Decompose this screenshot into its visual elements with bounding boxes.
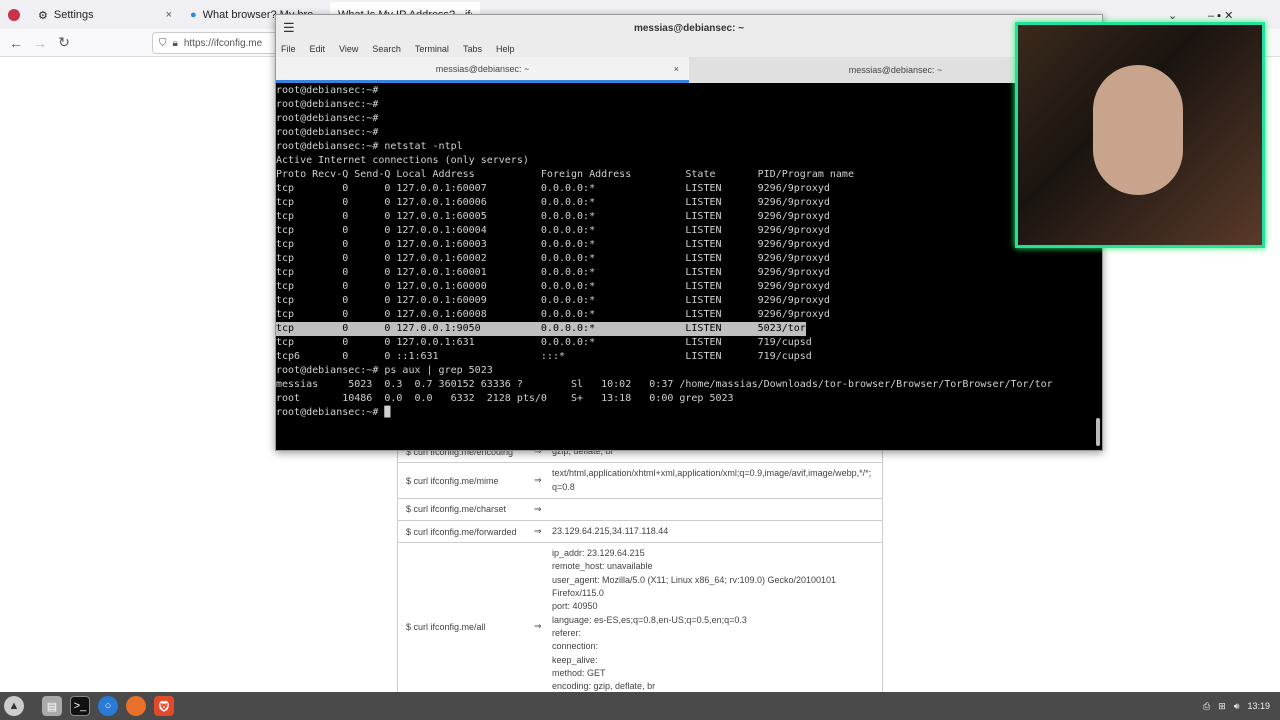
ifconfig-command-table: $ curl ifconfig.me/encoding ⇒ gzip, deflat… (397, 440, 883, 712)
back-icon[interactable]: ← (4, 35, 28, 51)
terminal-line: tcp 0 0 127.0.0.1:60008 0.0.0.0:* LISTEN… (276, 309, 830, 320)
value-line (552, 503, 882, 516)
terminal-line: tcp 0 0 127.0.0.1:9050 0.0.0.0:* LISTEN … (276, 322, 806, 336)
terminal-icon[interactable]: >_ (70, 696, 90, 716)
app-menu-icon[interactable]: ▲ (4, 696, 24, 716)
brave-icon[interactable]: 🦁︎ (154, 696, 174, 716)
terminal-window: ☰ messias@debiansec: ~ File Edit View Se… (275, 14, 1103, 451)
terminal-line: Active Internet connections (only server… (276, 155, 529, 166)
menu-edit[interactable]: Edit (310, 44, 326, 54)
menu-search[interactable]: Search (372, 44, 401, 54)
clock[interactable]: 13:19 (1247, 701, 1270, 711)
chromium-icon[interactable]: ○ (98, 696, 118, 716)
table-row: $ curl ifconfig.me/all ⇒ ip_addr: 23.129.6… (398, 543, 882, 712)
shield-icon: ⛉ (159, 37, 167, 49)
webcam-person (1093, 65, 1183, 195)
value-cell: 23.129.64.215,34.117.118.44 (552, 521, 882, 542)
value-line: language: es-ES,es;q=0.8,en-US;q=0.5,en;… (552, 614, 747, 625)
value-cell: ip_addr: 23.129.64.215 remote_host: unava… (552, 543, 882, 711)
system-tray: ⎙ ⊞ 🔊︎ 13:19 (1203, 692, 1270, 720)
value-line: remote_host: unavailable (552, 561, 653, 572)
firefox-icon[interactable] (126, 696, 146, 716)
terminal-line: tcp 0 0 127.0.0.1:60000 0.0.0.0:* LISTEN… (276, 281, 830, 292)
gear-icon: ⚙ (38, 9, 48, 22)
terminal-line: tcp 0 0 127.0.0.1:631 0.0.0.0:* LISTEN 7… (276, 337, 812, 348)
terminal-line: root@debiansec:~# █ (276, 407, 391, 418)
terminal-line: root 10486 0.0 0.0 6332 2128 pts/0 S+ 13… (276, 393, 734, 404)
menu-tabs[interactable]: Tabs (463, 44, 482, 54)
value-line: 23.129.64.215,34.117.118.44 (552, 525, 669, 536)
terminal-line: root@debiansec:~# netstat -ntpl (276, 141, 463, 152)
value-line: method: GET (552, 667, 606, 678)
arrow-icon: ⇒ (534, 526, 542, 537)
arrow-icon: ⇒ (534, 503, 542, 514)
network-icon[interactable]: ⊞ (1218, 701, 1226, 712)
terminal-line: tcp 0 0 127.0.0.1:60006 0.0.0.0:* LISTEN… (276, 197, 830, 208)
menu-terminal[interactable]: Terminal (415, 44, 449, 54)
reload-icon[interactable]: ↻ (52, 34, 76, 51)
menu-view[interactable]: View (339, 44, 358, 54)
terminal-titlebar[interactable]: ☰ messias@debiansec: ~ (276, 15, 1102, 41)
terminal-line: tcp 0 0 127.0.0.1:60005 0.0.0.0:* LISTEN… (276, 211, 830, 222)
value-line: port: 40950 (552, 601, 598, 612)
printer-icon[interactable]: ⎙ (1203, 701, 1210, 712)
value-line: keep_alive: (552, 654, 598, 665)
value-cell (552, 499, 882, 520)
terminal-tabs: messias@debiansec: ~ × messias@debiansec:… (276, 57, 1102, 83)
value-line: q=0.8 (552, 481, 575, 492)
terminal-line: tcp 0 0 127.0.0.1:60002 0.0.0.0:* LISTEN… (276, 253, 830, 264)
value-line: referer: (552, 627, 582, 638)
close-tab-icon[interactable]: × (674, 64, 679, 74)
value-line: ip_addr: 23.129.64.215 (552, 548, 645, 559)
command-cell: $ curl ifconfig.me/forwarded (406, 526, 517, 537)
webcam-overlay (1015, 22, 1265, 248)
value-line: text/html,application/xhtml+xml,applicat… (552, 468, 872, 479)
terminal-line: tcp 0 0 127.0.0.1:60001 0.0.0.0:* LISTEN… (276, 267, 830, 278)
terminal-scrollbar[interactable] (1096, 418, 1100, 446)
terminal-line: tcp6 0 0 ::1:631 :::* LISTEN 719/cupsd (276, 351, 812, 362)
command-cell: $ curl ifconfig.me/mime (406, 475, 499, 486)
terminal-line: tcp 0 0 127.0.0.1:60003 0.0.0.0:* LISTEN… (276, 239, 830, 250)
volume-icon[interactable]: 🔊︎ (1234, 701, 1240, 712)
value-line: connection: (552, 641, 599, 652)
tab-settings[interactable]: ⚙ Settings × (30, 2, 180, 28)
terminal-line: tcp 0 0 127.0.0.1:60007 0.0.0.0:* LISTEN… (276, 183, 830, 194)
terminal-output[interactable]: root@debiansec:~# root@debiansec:~# root@d… (276, 83, 1102, 450)
terminal-tab-1[interactable]: messias@debiansec: ~ × (276, 57, 689, 83)
terminal-line: root@debiansec:~# (276, 99, 379, 110)
command-cell: $ curl ifconfig.me/charset (406, 504, 507, 515)
globe-icon: ● (190, 9, 197, 21)
forward-icon[interactable]: → (28, 35, 52, 51)
value-cell: text/html,application/xhtml+xml,applicat… (552, 463, 882, 498)
lock-icon: 🔒︎ (172, 37, 178, 49)
file-manager-icon[interactable]: ▤ (42, 696, 62, 716)
table-row: $ curl ifconfig.me/forwarded ⇒ 23.129.64.2… (398, 520, 882, 544)
arrow-icon: ⇒ (534, 621, 542, 632)
taskbar: ▲ ▤ >_ ○ 🦁︎ ⎙ ⊞ 🔊︎ 13:19 (0, 692, 1280, 720)
terminal-line: root@debiansec:~# ps aux | grep 5023 (276, 365, 493, 376)
terminal-line: root@debiansec:~# (276, 127, 379, 138)
terminal-line: messias 5023 0.3 0.7 360152 63336 ? Sl 1… (276, 379, 1053, 390)
terminal-line: root@debiansec:~# (276, 113, 379, 124)
command-cell: $ curl ifconfig.me/all (406, 621, 486, 632)
hamburger-menu-icon[interactable]: ☰ (283, 20, 295, 36)
terminal-menubar: File Edit View Search Terminal Tabs Help (276, 41, 1102, 57)
terminal-line: tcp 0 0 127.0.0.1:60009 0.0.0.0:* LISTEN… (276, 295, 830, 306)
value-line: user_agent: Mozilla/5.0 (X11; Linux x86_… (552, 574, 837, 585)
value-line: Firefox/115.0 (552, 588, 604, 599)
terminal-line: root@debiansec:~# (276, 85, 379, 96)
url-bar[interactable]: ⛉ 🔒︎ https://ifconfig.me (152, 32, 282, 54)
arrow-icon: ⇒ (534, 475, 542, 486)
close-tab-icon[interactable]: × (166, 9, 172, 21)
terminal-line: Proto Recv-Q Send-Q Local Address Foreig… (276, 169, 854, 180)
menu-help[interactable]: Help (496, 44, 515, 54)
firefox-menu-icon[interactable] (0, 2, 30, 28)
table-row: $ curl ifconfig.me/charset ⇒ (398, 498, 882, 521)
menu-file[interactable]: File (281, 44, 296, 54)
table-row: $ curl ifconfig.me/mime ⇒ text/html,applic… (398, 463, 882, 499)
terminal-title: messias@debiansec: ~ (633, 22, 745, 34)
terminal-line: tcp 0 0 127.0.0.1:60004 0.0.0.0:* LISTEN… (276, 225, 830, 236)
